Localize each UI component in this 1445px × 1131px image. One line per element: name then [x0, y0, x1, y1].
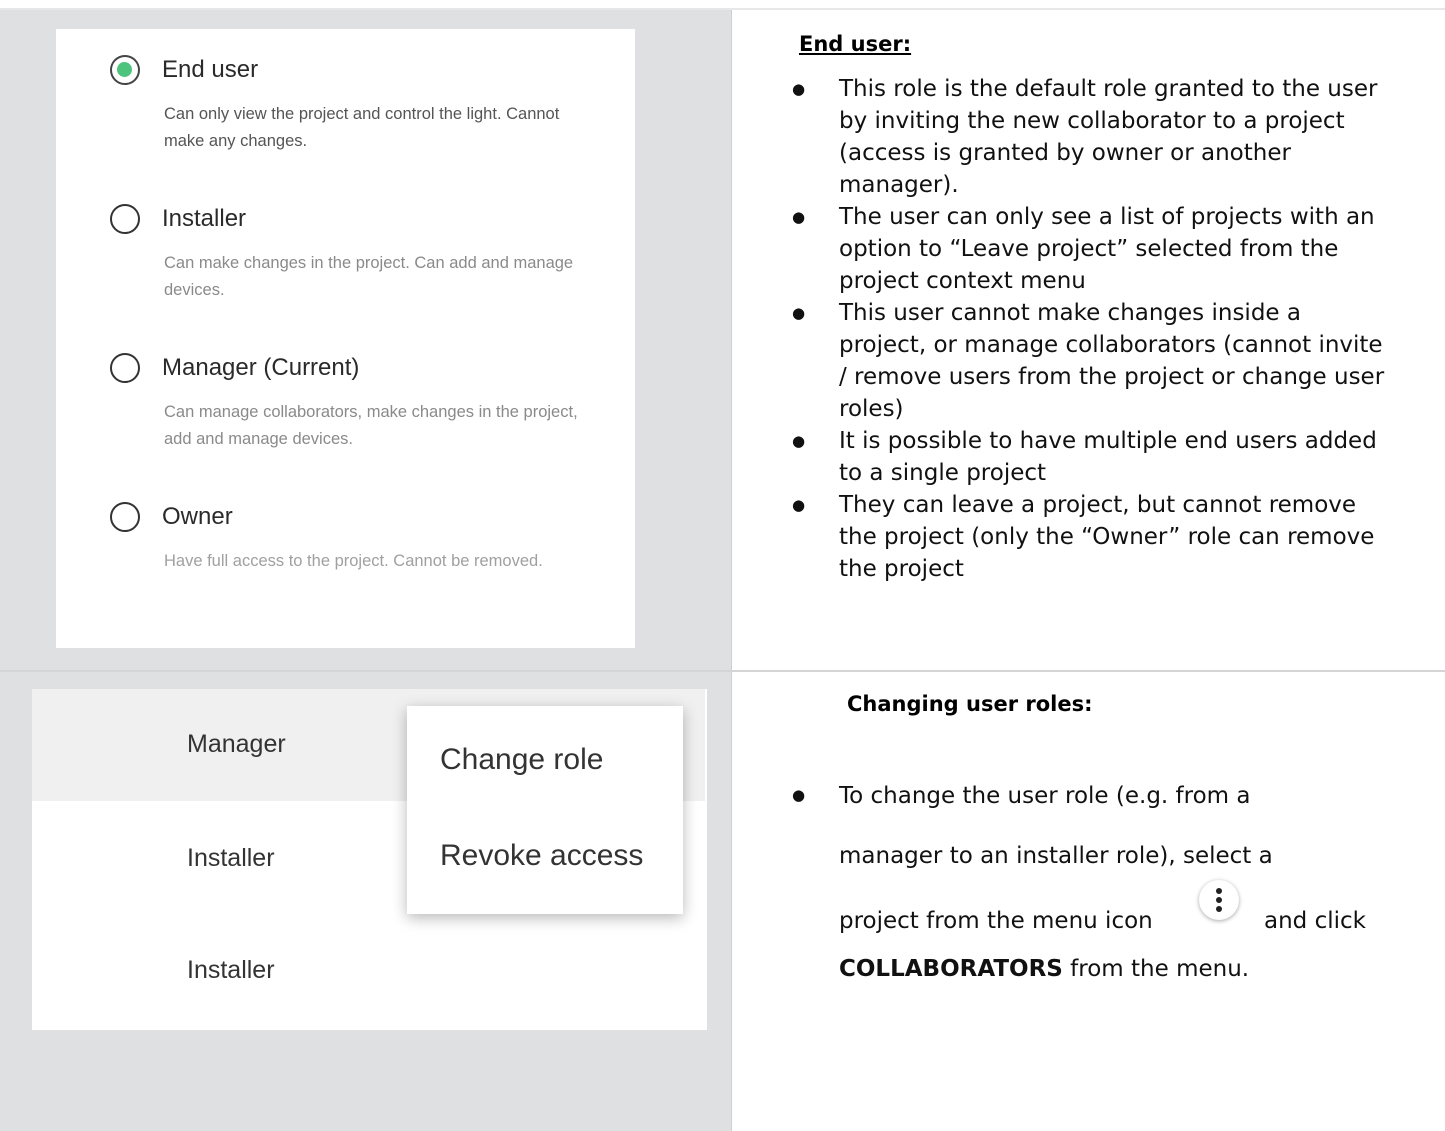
line-text: from the menu. — [1062, 956, 1250, 982]
radio-checked-icon[interactable] — [110, 55, 140, 85]
menu-item-revoke-access[interactable]: Revoke access — [440, 839, 643, 873]
collaborator-role: Manager — [187, 730, 286, 758]
bullet-item: They can leave a project, but cannot rem… — [792, 489, 1392, 585]
role-description: Can only view the project and control th… — [164, 105, 560, 150]
paragraph-line: COLLABORATORS from the menu. — [839, 956, 1249, 982]
role-description: Can manage collaborators, make changes i… — [164, 403, 578, 448]
line-text: project from the menu icon — [839, 908, 1153, 934]
role-description: Can make changes in the project. Can add… — [164, 254, 574, 299]
bullet-item: It is possible to have multiple end user… — [792, 425, 1392, 489]
bullet-item: This role is the default role granted to… — [792, 73, 1392, 201]
line-text: To change the user role (e.g. from a — [839, 783, 1251, 809]
end-user-bullet-list: This role is the default role granted to… — [792, 73, 1392, 585]
radio-unchecked-icon[interactable] — [110, 353, 140, 383]
role-title: Owner — [162, 503, 233, 530]
paragraph-line: ● To change the user role (e.g. from a — [792, 783, 1250, 809]
radio-unchecked-icon[interactable] — [110, 502, 140, 532]
bullet-dot: ● — [792, 786, 806, 804]
role-description: Have full access to the project. Cannot … — [164, 552, 543, 570]
role-title: Manager (Current) — [162, 354, 360, 381]
paragraph-line: manager to an installer role), select a — [839, 843, 1273, 869]
bullet-item: This user cannot make changes inside a p… — [792, 297, 1392, 425]
menu-item-change-role[interactable]: Change role — [440, 743, 603, 777]
more-vert-icon — [1199, 880, 1239, 920]
context-menu: Change role Revoke access — [407, 706, 683, 914]
collaborators-keyword: COLLABORATORS — [839, 956, 1063, 982]
row-divider — [0, 670, 1445, 672]
role-selector-card: End user Can only view the project and c… — [56, 29, 635, 648]
changing-roles-heading: Changing user roles: — [847, 692, 1093, 716]
paragraph-line: and click — [1264, 908, 1366, 934]
collaborator-row[interactable]: Installer — [32, 913, 707, 1025]
collaborator-role: Installer — [187, 844, 275, 872]
radio-unchecked-icon[interactable] — [110, 204, 140, 234]
cell-changing-roles-text — [732, 672, 1445, 1131]
paragraph-line: project from the menu icon — [839, 908, 1153, 934]
role-title: End user — [162, 56, 259, 83]
end-user-heading: End user: — [799, 32, 912, 56]
role-title: Installer — [162, 205, 247, 232]
bullet-item: The user can only see a list of projects… — [792, 201, 1392, 297]
column-divider — [731, 10, 732, 1131]
collaborator-role: Installer — [187, 956, 275, 984]
